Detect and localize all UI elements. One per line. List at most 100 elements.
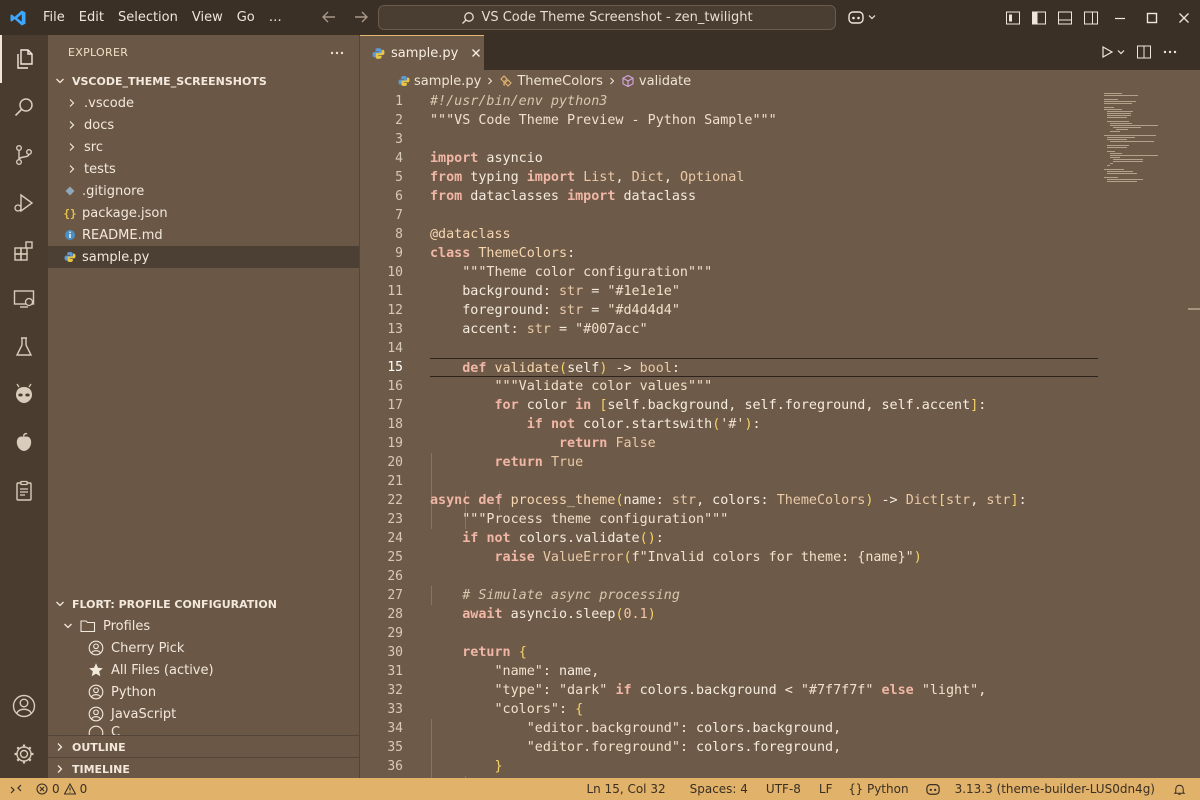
file-sample-py[interactable]: sample.py <box>48 246 359 268</box>
menu-selection[interactable]: Selection <box>111 0 185 35</box>
code-line[interactable]: for color in [self.background, self.fore… <box>430 396 1098 415</box>
source-control-icon[interactable] <box>0 131 48 179</box>
toggle-primary-sidebar-icon[interactable] <box>1026 0 1052 35</box>
maximize-icon[interactable] <box>1136 0 1168 35</box>
code-line[interactable]: #!/usr/bin/env python3 <box>430 92 1098 111</box>
code-line[interactable]: from typing import List, Dict, Optional <box>430 168 1098 187</box>
minimize-icon[interactable] <box>1104 0 1136 35</box>
notifications-bell-icon[interactable] <box>1163 778 1200 800</box>
remote-explorer-icon[interactable] <box>0 275 48 323</box>
code-line[interactable]: foreground: str = "#d4d4d4" <box>430 301 1098 320</box>
code-line[interactable]: """Theme color configuration""" <box>430 263 1098 282</box>
copilot-menu[interactable] <box>847 9 877 25</box>
file-gitignore[interactable]: .gitignore <box>48 180 359 202</box>
toggle-secondary-sidebar-icon[interactable] <box>1078 0 1104 35</box>
code-line[interactable] <box>430 624 1098 643</box>
code-line[interactable]: class ThemeColors: <box>430 244 1098 263</box>
code-line[interactable]: return False <box>430 434 1098 453</box>
folder-docs[interactable]: docs <box>48 114 359 136</box>
accounts-icon[interactable] <box>0 682 48 730</box>
close-window-icon[interactable] <box>1168 0 1200 35</box>
code-line[interactable]: """Validate color values""" <box>430 377 1098 396</box>
menu-file[interactable]: File <box>36 0 72 35</box>
code-line[interactable]: import asyncio <box>430 149 1098 168</box>
breadcrumb-class[interactable]: ThemeColors <box>499 74 603 89</box>
code-line[interactable]: from dataclasses import dataclass <box>430 187 1098 206</box>
file-readme[interactable]: README.md <box>48 224 359 246</box>
toggle-panel-icon[interactable] <box>1052 0 1078 35</box>
breadcrumb-file[interactable]: sample.py <box>398 74 481 89</box>
menu-go[interactable]: Go <box>230 0 262 35</box>
profile-item[interactable]: C <box>48 725 359 735</box>
code-line[interactable]: await asyncio.sleep(0.1) <box>430 605 1098 624</box>
profile-item[interactable]: All Files (active) <box>48 659 359 681</box>
run-python-icon[interactable] <box>1100 45 1114 59</box>
outline-header[interactable]: OUTLINE <box>48 736 359 758</box>
run-debug-icon[interactable] <box>0 179 48 227</box>
profiles-panel-header[interactable]: FLORT: PROFILE CONFIGURATION <box>48 593 359 615</box>
problems-indicator[interactable]: 0 0 <box>32 778 95 800</box>
close-tab-icon[interactable] <box>470 47 482 59</box>
menu-view[interactable]: View <box>185 0 230 35</box>
profile-item[interactable]: Cherry Pick <box>48 637 359 659</box>
breadcrumb-method[interactable]: validate <box>621 74 691 89</box>
tab-sample-py[interactable]: sample.py <box>360 35 484 70</box>
testing-icon[interactable] <box>0 323 48 371</box>
cursor-position[interactable]: Ln 15, Col 32 <box>578 778 673 800</box>
code-line[interactable]: } <box>430 757 1098 776</box>
code-line[interactable]: return { <box>430 643 1098 662</box>
code-line[interactable]: background: str = "#1e1e1e" <box>430 282 1098 301</box>
menu-edit[interactable]: Edit <box>72 0 111 35</box>
alien-extension-icon[interactable] <box>0 371 48 419</box>
encoding[interactable]: UTF-8 <box>756 778 809 800</box>
code-line[interactable]: """VS Code Theme Preview - Python Sample… <box>430 111 1098 130</box>
timeline-header[interactable]: TIMELINE <box>48 758 359 780</box>
end-of-line[interactable]: LF <box>809 778 841 800</box>
code-line[interactable] <box>430 130 1098 149</box>
search-view-icon[interactable] <box>0 83 48 131</box>
code-line[interactable]: async def process_theme(name: str, color… <box>430 491 1098 510</box>
profile-item[interactable]: Python <box>48 681 359 703</box>
file-package-json[interactable]: {} package.json <box>48 202 359 224</box>
minimap[interactable] <box>1104 92 1174 778</box>
code-line[interactable]: "type": "dark" if colors.background < "#… <box>430 681 1098 700</box>
folder-tests[interactable]: tests <box>48 158 359 180</box>
command-center-search[interactable]: VS Code Theme Screenshot - zen_twilight <box>378 5 836 30</box>
customize-layout-icon[interactable] <box>1000 0 1026 35</box>
code-line[interactable]: def validate(self) -> bool: <box>430 358 1098 377</box>
profiles-folder[interactable]: Profiles <box>48 615 359 637</box>
extensions-icon[interactable] <box>0 227 48 275</box>
indentation[interactable]: Spaces: 4 <box>674 778 756 800</box>
workspace-root[interactable]: VSCODE_THEME_SCREENSHOTS <box>48 70 359 92</box>
code-line[interactable]: accent: str = "#007acc" <box>430 320 1098 339</box>
code-line[interactable] <box>430 472 1098 491</box>
code-line[interactable] <box>430 206 1098 225</box>
manage-gear-icon[interactable] <box>0 730 48 778</box>
forward-arrow-icon[interactable] <box>350 6 372 28</box>
code-line[interactable]: """Process theme configuration""" <box>430 510 1098 529</box>
folder-src[interactable]: src <box>48 136 359 158</box>
code-line[interactable]: "colors": { <box>430 700 1098 719</box>
code-line[interactable]: if not color.startswith('#'): <box>430 415 1098 434</box>
code-line[interactable]: return True <box>430 453 1098 472</box>
python-interpreter[interactable]: 3.13.3 (theme-builder-LUS0dn4g) <box>949 778 1163 800</box>
more-actions-icon[interactable] <box>329 45 345 61</box>
code-line[interactable]: # Simulate async processing <box>430 586 1098 605</box>
clipboard-extension-icon[interactable] <box>0 467 48 515</box>
remote-indicator-icon[interactable] <box>0 778 32 800</box>
code-line[interactable] <box>430 567 1098 586</box>
vertical-scrollbar[interactable] <box>1186 92 1200 778</box>
back-arrow-icon[interactable] <box>318 6 340 28</box>
cherry-extension-icon[interactable] <box>0 419 48 467</box>
menu-more[interactable]: … <box>262 0 289 35</box>
code-line[interactable]: "editor.foreground": colors.foreground, <box>430 738 1098 757</box>
copilot-status-icon[interactable] <box>917 778 949 800</box>
code-line[interactable]: "editor.background": colors.background, <box>430 719 1098 738</box>
code-line[interactable] <box>430 339 1098 358</box>
profile-item[interactable]: JavaScript <box>48 703 359 725</box>
folder-vscode[interactable]: .vscode <box>48 92 359 114</box>
code-editor[interactable]: 1 2 3 4 5 6 7 8 9 10 11 12 13 14 15 16 17 18 19 20 21 22 23 24 2… <box>360 92 1200 778</box>
more-actions-icon[interactable] <box>1162 44 1178 60</box>
split-editor-icon[interactable] <box>1136 44 1152 60</box>
code-line[interactable]: raise ValueError(f"Invalid colors for th… <box>430 548 1098 567</box>
